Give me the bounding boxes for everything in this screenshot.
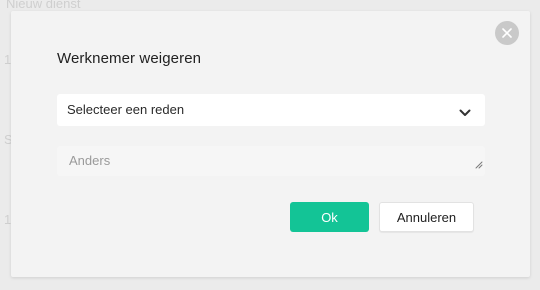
- dialog-title: Werknemer weigeren: [57, 50, 202, 67]
- reason-select[interactable]: Selecteer een reden: [57, 94, 485, 126]
- other-reason-textarea[interactable]: Anders: [57, 146, 485, 176]
- other-reason-placeholder: Anders: [69, 153, 111, 168]
- chevron-down-icon: [459, 104, 471, 122]
- reason-select-value: Selecteer een reden: [67, 102, 185, 117]
- close-button[interactable]: [495, 21, 519, 45]
- ok-button[interactable]: Ok: [290, 202, 369, 232]
- close-icon: [502, 28, 512, 38]
- background-text: Nieuw dienst: [6, 0, 81, 11]
- cancel-button[interactable]: Annuleren: [379, 202, 474, 232]
- resize-handle-icon[interactable]: [475, 156, 483, 174]
